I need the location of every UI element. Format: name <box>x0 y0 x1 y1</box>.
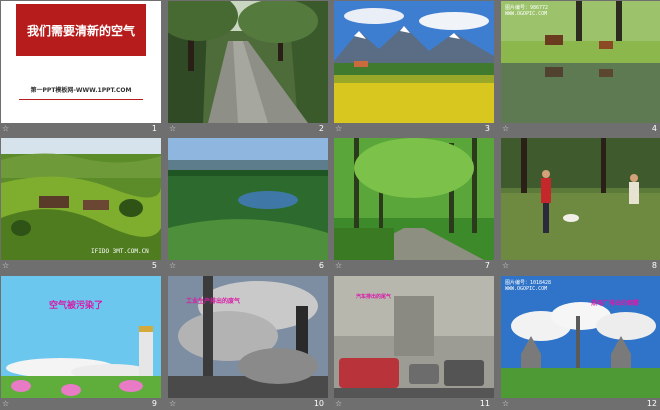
slide-transition-icon: ☆ <box>2 124 10 133</box>
slide-9-caption: 空气被污染了 <box>49 301 104 311</box>
slide-number: 10 <box>313 399 324 408</box>
slide-thumbnail-10[interactable]: 工业生产排出的废气 ☆ 10 <box>168 276 328 410</box>
slide-3-photo <box>334 1 494 123</box>
slide-number: 8 <box>651 261 657 270</box>
slide-number: 5 <box>151 261 157 270</box>
slide-thumbnail-5[interactable]: IFIDO 3MT.COM.CN ☆ 5 <box>1 138 161 272</box>
slide-1-subtitle: 第一PPT模板网-WWW.1PPT.COM <box>30 87 132 94</box>
slide-number: 6 <box>318 261 324 270</box>
slide-thumbnail-3[interactable]: ☆ 3 <box>334 1 494 135</box>
slide-number: 9 <box>151 399 157 408</box>
slide-transition-icon: ☆ <box>169 399 177 408</box>
slide-thumbnail-2[interactable]: ☆ 2 <box>168 1 328 135</box>
slide-1-preview: 我们需要清新的空气 第一PPT模板网-WWW.1PPT.COM <box>1 1 161 123</box>
slide-number: 12 <box>646 399 657 408</box>
slide-thumbnail-12[interactable]: 图片编号：1018428 WWW.OGOPIC.COM 热电厂排出的烟雾 ☆ 1… <box>501 276 660 410</box>
slide-12-watermark-site: WWW.OGOPIC.COM <box>505 286 548 292</box>
slide-thumbnail-1[interactable]: 我们需要清新的空气 第一PPT模板网-WWW.1PPT.COM ☆ 1 <box>1 1 161 135</box>
slide-9-preview: 空气被污染了 <box>1 276 161 398</box>
slide-11-photo: 汽车排出的尾气 <box>334 276 494 398</box>
slide-transition-icon: ☆ <box>2 399 10 408</box>
slide-transition-icon: ☆ <box>335 399 343 408</box>
slide-10-photo: 工业生产排出的废气 <box>168 276 328 398</box>
slide-number: 7 <box>484 261 490 270</box>
slide-7-photo <box>334 138 494 260</box>
slide-thumbnail-8[interactable]: ☆ 8 <box>501 138 660 272</box>
slide-4-watermark-site: WWW.OGOPIC.COM <box>505 11 548 17</box>
slide-11-caption: 汽车排出的尾气 <box>356 294 392 300</box>
slide-5-watermark: IFIDO 3MT.COM.CN <box>91 248 149 255</box>
slide-4-photo: 图片编号：986772 WWW.OGOPIC.COM <box>501 1 660 123</box>
slide-transition-icon: ☆ <box>169 261 177 270</box>
slide-transition-icon: ☆ <box>502 399 510 408</box>
slide-transition-icon: ☆ <box>335 124 343 133</box>
slide-12-caption: 热电厂排出的烟雾 <box>591 300 640 307</box>
slide-transition-icon: ☆ <box>2 261 10 270</box>
slide-transition-icon: ☆ <box>502 261 510 270</box>
slide-2-photo <box>168 1 328 123</box>
slide-transition-icon: ☆ <box>502 124 510 133</box>
slide-number: 11 <box>479 399 490 408</box>
slide-transition-icon: ☆ <box>335 261 343 270</box>
slide-10-caption: 工业生产排出的废气 <box>186 298 241 305</box>
slide-thumbnail-7[interactable]: ☆ 7 <box>334 138 494 272</box>
slide-thumbnail-4[interactable]: 图片编号：986772 WWW.OGOPIC.COM ☆ 4 <box>501 1 660 135</box>
slide-thumbnail-6[interactable]: ☆ 6 <box>168 138 328 272</box>
slide-number: 2 <box>318 124 324 133</box>
slide-1-title: 我们需要清新的空气 <box>16 4 146 56</box>
slide-transition-icon: ☆ <box>169 124 177 133</box>
slide-12-photo: 图片编号：1018428 WWW.OGOPIC.COM 热电厂排出的烟雾 <box>501 276 660 398</box>
slide-8-photo <box>501 138 660 260</box>
slide-1-divider <box>19 99 143 100</box>
slide-thumbnail-9[interactable]: 空气被污染了 ☆ 9 <box>1 276 161 410</box>
slide-5-photo: IFIDO 3MT.COM.CN <box>1 138 161 260</box>
slide-number: 1 <box>151 124 157 133</box>
slide-number: 4 <box>651 124 657 133</box>
slide-sorter-grid: 我们需要清新的空气 第一PPT模板网-WWW.1PPT.COM ☆ 1 ☆ 2 … <box>0 0 660 410</box>
slide-thumbnail-11[interactable]: 汽车排出的尾气 ☆ 11 <box>334 276 494 410</box>
slide-6-photo <box>168 138 328 260</box>
slide-number: 3 <box>484 124 490 133</box>
